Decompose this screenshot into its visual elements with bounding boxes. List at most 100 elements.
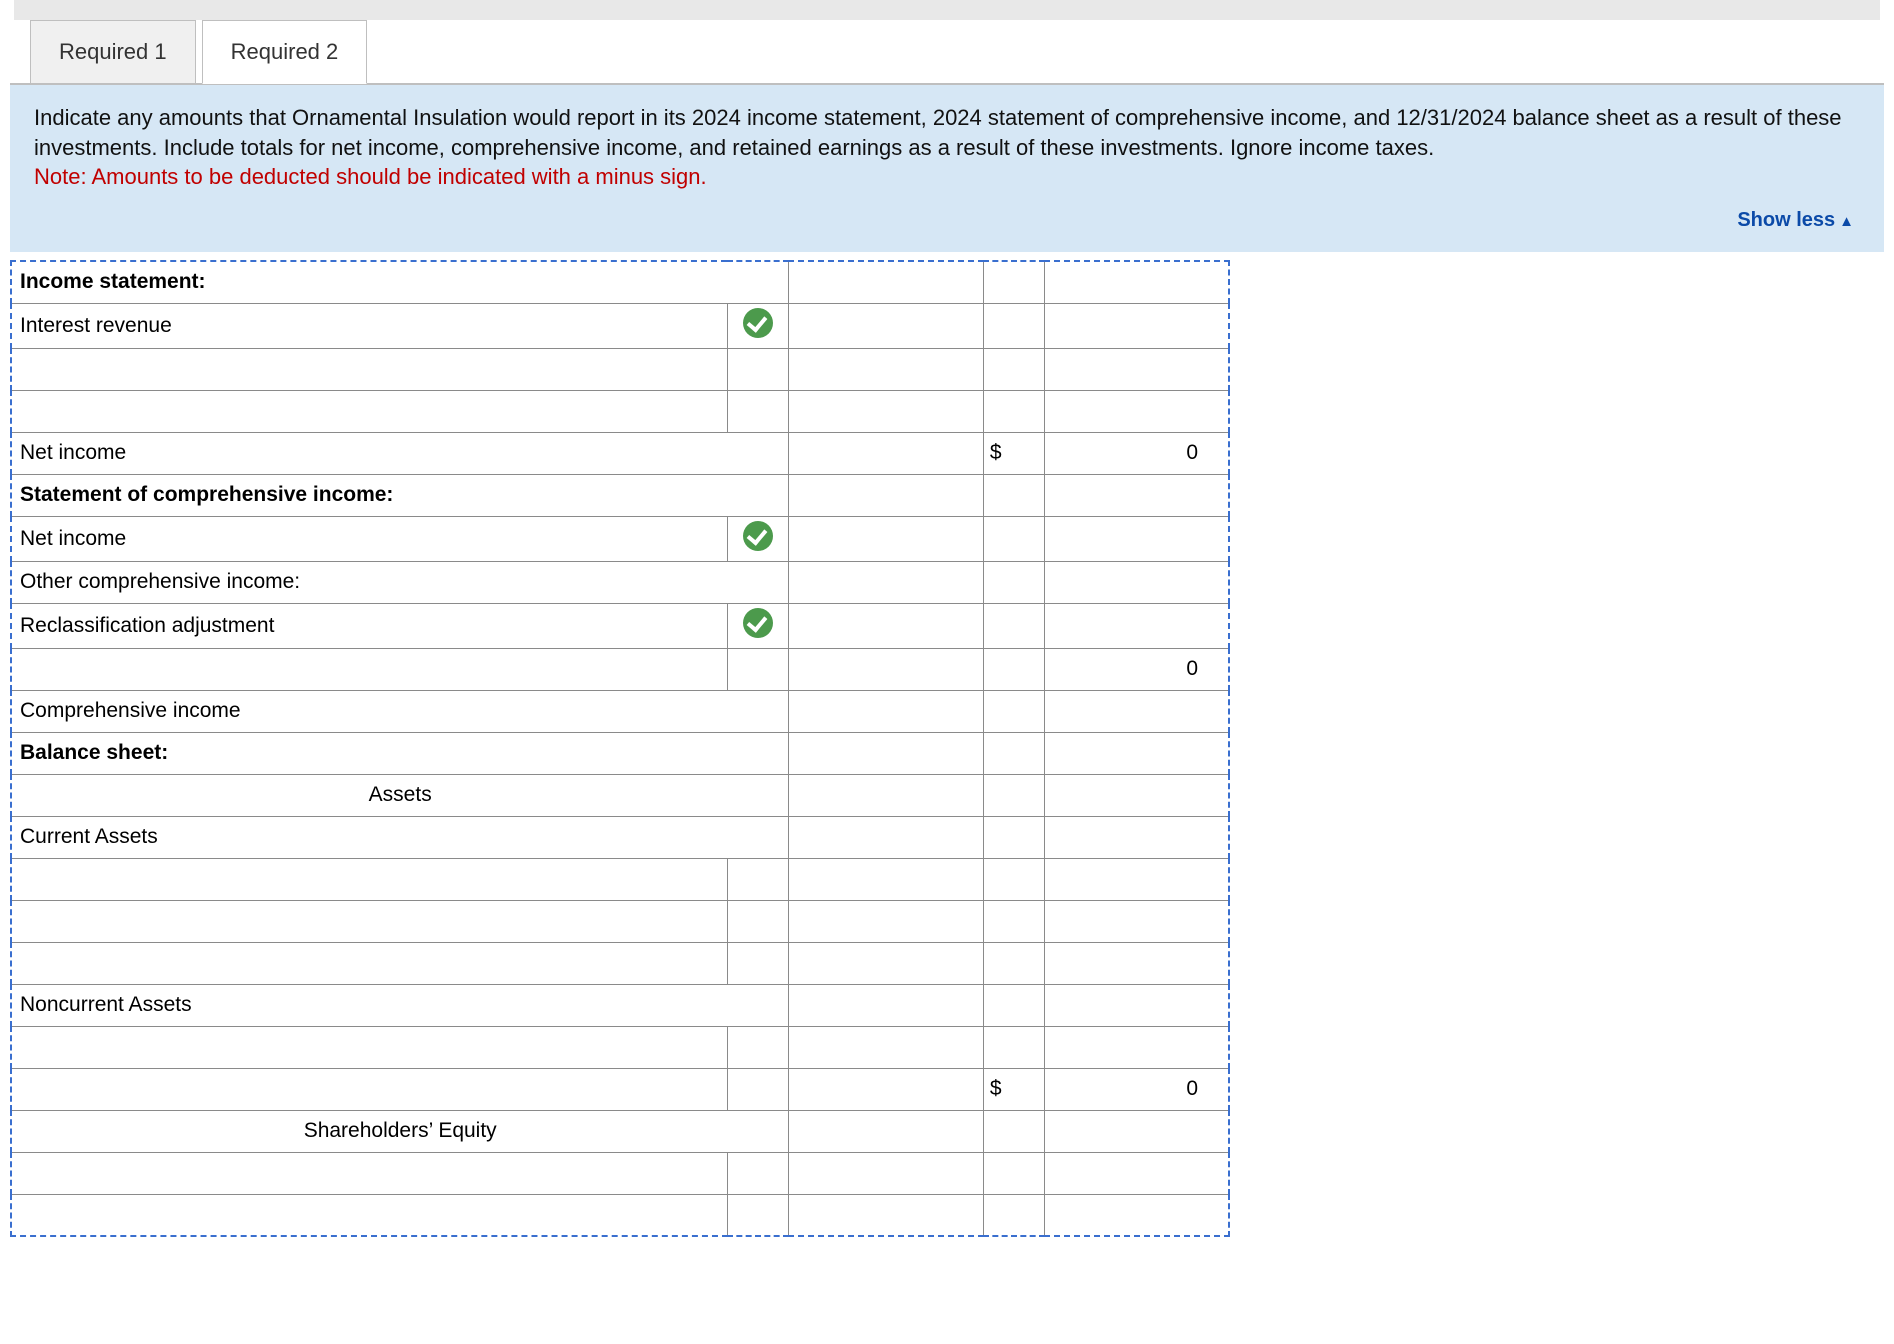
row-label-blank[interactable]	[11, 648, 727, 690]
tab-required-1[interactable]: Required 1	[30, 20, 196, 84]
row-label-blank[interactable]	[11, 858, 727, 900]
status-cell	[727, 303, 788, 348]
section-header-income-statement: Income statement:	[11, 261, 789, 303]
cell-input[interactable]	[789, 603, 983, 648]
cell-input[interactable]	[789, 516, 983, 561]
cell-value	[1045, 303, 1229, 348]
cell-input[interactable]	[789, 690, 983, 732]
cell-input[interactable]	[789, 900, 983, 942]
cell-value: 0	[1045, 1068, 1229, 1110]
table-row	[11, 1194, 1229, 1236]
cell-input[interactable]	[789, 984, 983, 1026]
table-row	[11, 858, 1229, 900]
cell-currency	[983, 1026, 1044, 1068]
table-row: Net income $ 0	[11, 432, 1229, 474]
row-label-blank[interactable]	[11, 942, 727, 984]
cell-input[interactable]	[789, 432, 983, 474]
row-label-blank[interactable]	[11, 1026, 727, 1068]
show-less-toggle[interactable]: Show less▲	[1737, 207, 1854, 234]
check-icon	[743, 308, 773, 338]
cell-currency	[983, 942, 1044, 984]
table-row: Other comprehensive income:	[11, 561, 1229, 603]
cell-value	[1045, 474, 1229, 516]
cell-currency	[983, 390, 1044, 432]
cell-currency: $	[983, 1068, 1044, 1110]
cell-value	[1045, 1026, 1229, 1068]
cell-currency	[983, 603, 1044, 648]
row-label-current-assets: Current Assets	[11, 816, 789, 858]
cell-input[interactable]	[789, 348, 983, 390]
cell-currency	[983, 1194, 1044, 1236]
cell-value	[1045, 1110, 1229, 1152]
status-cell	[727, 900, 788, 942]
row-label-blank[interactable]	[11, 900, 727, 942]
row-label-blank[interactable]	[11, 390, 727, 432]
cell-value	[1045, 603, 1229, 648]
row-label-interest-revenue[interactable]: Interest revenue	[11, 303, 727, 348]
cell-value	[1045, 774, 1229, 816]
table-row: Shareholders’ Equity	[11, 1110, 1229, 1152]
row-label-net-income: Net income	[11, 432, 789, 474]
cell-input[interactable]	[789, 732, 983, 774]
cell-currency	[983, 690, 1044, 732]
status-cell	[727, 1068, 788, 1110]
cell-input[interactable]	[789, 1026, 983, 1068]
status-cell	[727, 516, 788, 561]
row-label-sci-net-income[interactable]: Net income	[11, 516, 727, 561]
cell-value	[1045, 690, 1229, 732]
status-cell	[727, 1194, 788, 1236]
cell-value	[1045, 390, 1229, 432]
cell-value	[1045, 942, 1229, 984]
cell-input[interactable]	[789, 774, 983, 816]
cell-currency	[983, 816, 1044, 858]
table-row: Balance sheet:	[11, 732, 1229, 774]
row-label-blank[interactable]	[11, 348, 727, 390]
cell-currency	[983, 1110, 1044, 1152]
row-label-noncurrent-assets: Noncurrent Assets	[11, 984, 789, 1026]
table-row: Reclassification adjustment	[11, 603, 1229, 648]
cell-value	[1045, 561, 1229, 603]
cell-input[interactable]	[789, 561, 983, 603]
status-cell	[727, 942, 788, 984]
table-row: Interest revenue	[11, 303, 1229, 348]
cell-value	[1045, 732, 1229, 774]
row-label-reclass[interactable]: Reclassification adjustment	[11, 603, 727, 648]
row-label-blank[interactable]	[11, 1194, 727, 1236]
check-icon	[743, 521, 773, 551]
cell-value	[1045, 516, 1229, 561]
tab-strip: Required 1 Required 2	[10, 20, 1884, 84]
top-grey-bar	[14, 0, 1880, 20]
cell-currency	[983, 474, 1044, 516]
cell-input[interactable]	[789, 474, 983, 516]
cell-input[interactable]	[789, 1110, 983, 1152]
cell-currency	[983, 261, 1044, 303]
cell-currency	[983, 648, 1044, 690]
show-less-label: Show less	[1737, 209, 1835, 231]
cell-input[interactable]	[789, 261, 983, 303]
cell-value	[1045, 1152, 1229, 1194]
cell-value	[1045, 858, 1229, 900]
table-row: Statement of comprehensive income:	[11, 474, 1229, 516]
row-label-blank[interactable]	[11, 1152, 727, 1194]
cell-currency	[983, 303, 1044, 348]
cell-input[interactable]	[789, 1152, 983, 1194]
cell-input[interactable]	[789, 1068, 983, 1110]
tab-required-2[interactable]: Required 2	[202, 20, 368, 84]
cell-currency: $	[983, 432, 1044, 474]
cell-value: 0	[1045, 648, 1229, 690]
cell-input[interactable]	[789, 303, 983, 348]
chevron-up-icon: ▲	[1839, 213, 1854, 230]
cell-input[interactable]	[789, 942, 983, 984]
status-cell	[727, 348, 788, 390]
cell-input[interactable]	[789, 858, 983, 900]
status-cell	[727, 858, 788, 900]
table-row: Income statement:	[11, 261, 1229, 303]
cell-input[interactable]	[789, 648, 983, 690]
cell-input[interactable]	[789, 1194, 983, 1236]
cell-input[interactable]	[789, 816, 983, 858]
cell-currency	[983, 348, 1044, 390]
row-label-blank[interactable]	[11, 1068, 727, 1110]
cell-value	[1045, 1194, 1229, 1236]
cell-input[interactable]	[789, 390, 983, 432]
cell-currency	[983, 774, 1044, 816]
